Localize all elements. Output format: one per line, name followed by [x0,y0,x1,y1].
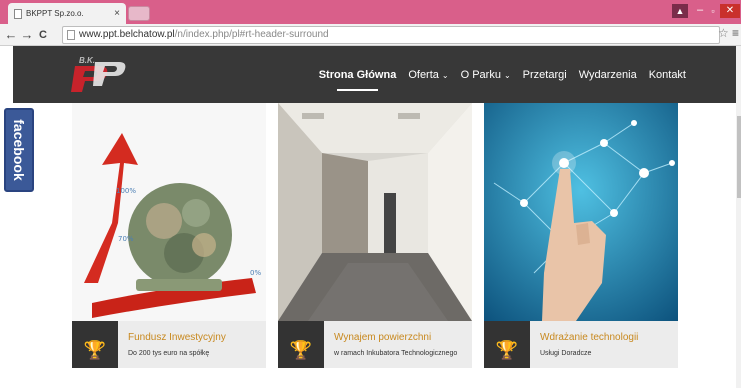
browser-tab[interactable]: BKPPT Sp.zo.o. × [8,3,126,24]
nav-label: O Parku [460,68,501,81]
card-subtitle: w ramach Inkubatora Technologicznego [334,350,458,357]
card-image-hand-network [484,103,678,321]
site-logo[interactable]: B.K. [65,54,127,96]
card-image-money-globe: 100% 70% 0% [72,103,266,321]
reload-button[interactable]: C [36,27,50,43]
facebook-label: facebook [11,119,27,181]
card-caption: 🏆 Wdrażanie technologii Usługi Doradcze [484,321,678,380]
maximize-button[interactable]: ▫ [707,4,719,18]
svg-text:100%: 100% [116,187,136,195]
tab-close-icon[interactable]: × [114,8,120,19]
page-bottom [13,368,736,388]
url-path: /n/index.php/pl#rt-header-surround [174,29,329,40]
forward-button[interactable]: → [20,27,34,43]
browser-titlebar: BKPPT Sp.zo.o. × ▲ – ▫ ✕ [0,0,741,24]
address-bar[interactable]: www.ppt.belchatow.pl/n/index.php/pl#rt-h… [62,26,720,44]
card-title[interactable]: Fundusz Inwestycyjny [128,332,226,343]
nav-item-o-parku[interactable]: O Parku ⌄ [461,69,511,81]
chevron-down-icon: ⌄ [441,70,449,80]
nav-label: Oferta [408,68,439,81]
nav-item-oferta[interactable]: Oferta ⌄ [408,69,448,81]
page-info-icon [67,30,75,40]
facebook-tab[interactable]: facebook [4,108,34,192]
window-close-button[interactable]: ✕ [720,4,740,18]
nav-label: Przetargi [522,68,567,81]
nav-label: Wydarzenia [578,68,637,81]
url-host: www.ppt.belchatow.pl [79,29,175,40]
nav-item-strona-glowna[interactable]: Strona Główna [318,68,397,91]
tab-title: BKPPT Sp.zo.o. [26,9,84,18]
card-wdrazanie[interactable]: 🏆 Wdrażanie technologii Usługi Doradcze [484,103,678,380]
nav-item-przetargi[interactable]: Przetargi [523,69,567,81]
bookmark-star-icon[interactable]: ☆ [718,26,729,40]
browser-menu-icon[interactable]: ≡ [732,26,739,40]
card-caption: 🏆 Fundusz Inwestycyjny Do 200 tys euro n… [72,321,266,380]
site-header: B.K. Strona Główna Oferta ⌄ O Parku ⌄ Prze… [13,46,736,103]
nav-label: Strona Główna [318,68,397,81]
back-button[interactable]: ← [4,27,18,43]
scrollbar-track[interactable] [736,46,741,388]
card-subtitle: Usługi Doradcze [540,350,592,357]
card-title[interactable]: Wdrażanie technologii [540,332,638,343]
user-profile-button[interactable]: ▲ [672,4,688,18]
svg-text:0%: 0% [250,269,261,277]
nav-label: Kontakt [648,68,686,81]
nav-item-kontakt[interactable]: Kontakt [649,69,686,81]
card-wynajem[interactable]: 🏆 Wynajem powierzchni w ramach Inkubator… [278,103,472,380]
card-subtitle: Do 200 tys euro na spółkę [128,350,210,357]
browser-toolbar: ← → C www.ppt.belchatow.pl/n/index.php/p… [0,24,741,46]
card-fundusz[interactable]: 100% 70% 0% 🏆 Fundusz Inwestycyjny Do 20… [72,103,266,380]
new-tab-button[interactable] [128,6,150,21]
card-title[interactable]: Wynajem powierzchni [334,332,431,343]
card-image-corridor [278,103,472,321]
page-icon [14,8,22,19]
logo-text-bk: B.K. [79,56,95,65]
svg-text:70%: 70% [118,235,134,243]
scrollbar-thumb[interactable] [737,116,741,198]
card-caption: 🏆 Wynajem powierzchni w ramach Inkubator… [278,321,472,380]
chevron-down-icon: ⌄ [503,70,511,80]
minimize-button[interactable]: – [694,4,706,18]
main-nav: Strona Główna Oferta ⌄ O Parku ⌄ Przetargi… [307,46,686,103]
nav-item-wydarzenia[interactable]: Wydarzenia [579,69,637,81]
